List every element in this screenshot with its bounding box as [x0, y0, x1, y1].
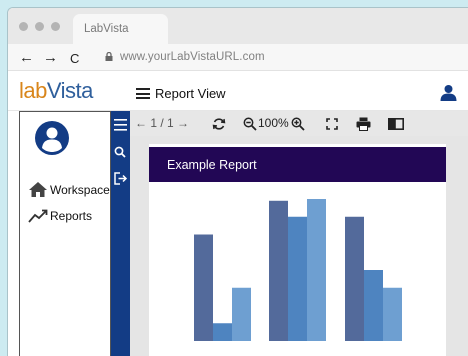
chart-bar — [383, 287, 402, 341]
zoom-in-icon[interactable] — [291, 117, 305, 131]
sidebar-item-label: Workspace — [50, 182, 110, 197]
labvista-logo[interactable]: labVista — [19, 78, 93, 104]
tab-title: LabVista — [84, 23, 129, 35]
bar-chart — [194, 199, 402, 341]
page-title: Report View — [155, 86, 226, 101]
chart-bar — [232, 287, 251, 341]
search-icon[interactable] — [114, 146, 126, 158]
window-maximize-dot[interactable] — [51, 22, 60, 31]
chart-bar — [364, 270, 383, 341]
browser-window: LabVista ← → C www.yourLabVistaURL.com l… — [7, 7, 468, 356]
home-icon — [29, 182, 47, 197]
address-bar: ← → C www.yourLabVistaURL.com — [8, 44, 468, 71]
chart-bar — [288, 216, 307, 341]
sidebar-item-reports[interactable]: Reports — [28, 209, 92, 223]
page-navigator[interactable]: ← 1 / 1 → — [135, 116, 189, 131]
hamburger-menu-icon[interactable] — [136, 88, 150, 99]
forward-button[interactable]: → — [43, 49, 58, 66]
tab-bar: LabVista — [8, 8, 468, 44]
report-page: Example Report — [149, 144, 446, 356]
user-icon[interactable] — [440, 84, 457, 101]
report-title: Example Report — [167, 158, 257, 172]
menu-icon[interactable] — [114, 119, 127, 131]
trend-icon — [28, 209, 48, 223]
zoom-out-icon[interactable] — [243, 117, 257, 131]
viewer-toolbar: ← 1 / 1 → 100% — [130, 111, 468, 136]
back-button[interactable]: ← — [19, 49, 34, 66]
chart-bar — [345, 216, 364, 341]
window-close-dot[interactable] — [19, 22, 28, 31]
print-icon[interactable] — [356, 117, 371, 131]
side-toolstrip — [111, 111, 130, 356]
refresh-icon[interactable] — [212, 117, 226, 131]
zoom-level[interactable]: 100% — [258, 116, 289, 131]
sidebar-item-label: Reports — [50, 209, 93, 223]
app-header: labVista Report View — [8, 71, 468, 111]
report-viewer: ← 1 / 1 → 100% Example Report — [130, 111, 468, 356]
fullscreen-icon[interactable] — [326, 118, 338, 130]
chart-bar — [213, 323, 232, 341]
sidebar: Workspace Reports — [19, 111, 111, 356]
chart-bar — [194, 234, 213, 341]
avatar-icon — [35, 121, 69, 155]
reload-button[interactable]: C — [70, 50, 79, 67]
url-field[interactable]: www.yourLabVistaURL.com — [120, 51, 265, 63]
chart-bar — [269, 200, 288, 341]
lock-icon — [105, 52, 113, 61]
chart-bar — [307, 199, 326, 341]
sidebar-item-workspace[interactable]: Workspace — [28, 181, 110, 198]
browser-tab[interactable]: LabVista — [73, 14, 168, 44]
window-minimize-dot[interactable] — [35, 22, 44, 31]
report-header: Example Report — [149, 147, 446, 182]
logout-icon[interactable] — [114, 172, 128, 185]
book-icon[interactable] — [388, 118, 404, 130]
